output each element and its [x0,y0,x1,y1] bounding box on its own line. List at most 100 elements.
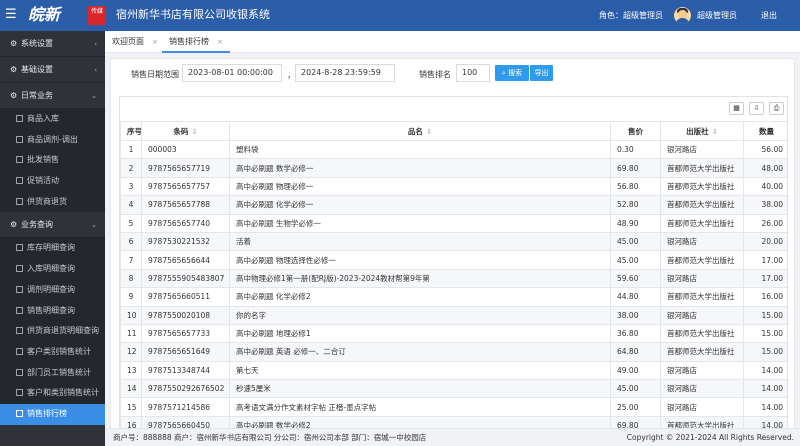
cell-price: 59.60 [610,268,661,289]
rank-label: 销售排名 [419,70,451,79]
export-button[interactable]: 导出 [530,65,553,81]
document-icon [16,244,23,252]
cell-quantity: 14.00 [743,360,787,381]
column-header-quantity[interactable]: 数量 [743,121,787,141]
cell-quantity: 15.00 [743,305,787,325]
table-row[interactable]: 10 9787550020108 你的名字 38.00 银河路店 15.00 [120,305,787,325]
sidebar-group-basic-settings[interactable]: ⚙ 基础设置 ‹ [0,57,105,83]
sidebar-item-label: 商品入库 [27,114,59,123]
sidebar-item-inbound-detail[interactable]: 入库明细查询 [0,259,105,280]
cell-publisher: 首都师范大学出版社 [660,323,744,344]
sidebar-item-promotion[interactable]: 促销活动 [0,171,105,192]
cell-product-name: 秒速5厘米 [229,379,611,399]
table-row[interactable]: 13 9787513348744 第七天 49.00 银河路店 14.00 [120,360,787,381]
cell-barcode: 9787565657757 [141,176,230,197]
sidebar-item-staff-sales[interactable]: 部门员工销售统计 [0,362,105,384]
sort-icon[interactable]: ⇕ [712,127,718,136]
cell-quantity: 26.00 [743,213,787,233]
cell-quantity: 14.00 [743,379,787,399]
column-header-price[interactable]: 售价 [610,121,661,141]
table-row[interactable]: 6 9787530221532 活着 45.00 银河路店 20.00 [120,231,787,252]
cell-price: 45.00 [610,379,661,399]
close-icon[interactable]: × [217,38,223,46]
column-header-index[interactable]: 序号 [120,121,142,141]
sidebar-item-label: 批发销售 [27,155,59,165]
cell-price: 45.00 [610,250,661,270]
table-row[interactable]: 9 9787565660511 高中必刷题 化学必修2 44.80 首都师范大学出版社 1… [120,287,787,307]
sidebar-item-goods-transfer-out[interactable]: 商品调剂-调出 [0,129,105,151]
table-row[interactable]: 1 000003 塑料袋 0.30 银河路店 56.00 [120,139,787,160]
sidebar-item-transfer-detail[interactable]: 调剂明细查询 [0,279,105,301]
sidebar-group-label: 日常业务 [21,91,53,100]
export-icon[interactable]: ⇩ [749,102,764,115]
sidebar-item-customer-category-sales[interactable]: 客户类别销售统计 [0,341,105,363]
table-row[interactable]: 7 9787565656644 高中必刷题 物理选择性必修一 45.00 首都师范大学出… [120,250,787,270]
sidebar-item-label: 供货商退货 [27,196,67,206]
sidebar-item-label: 部门员工销售统计 [27,367,91,377]
tab-label: 欢迎页面 [112,37,144,46]
sidebar-item-supplier-return-detail[interactable]: 供货商退货明细查询 [0,321,105,342]
tab-sales-ranking[interactable]: 销售排行榜 × [162,31,230,53]
sidebar-item-label: 库存明细查询 [27,243,75,253]
tab-bar: 欢迎页面 × 销售排行榜 × [105,31,800,53]
cell-product-name: 活着 [229,231,611,252]
column-header-product-name[interactable]: 品名 ⇕ [229,121,611,141]
avatar[interactable] [674,7,691,24]
cell-price: 64.80 [610,342,661,362]
cell-publisher: 银河路店 [660,360,744,381]
logo-text: 皖新 [28,5,61,24]
cell-product-name: 高中必刷题 生物学必修一 [229,213,611,233]
cell-barcode: 9787571214586 [141,397,230,417]
sidebar-item-wholesale[interactable]: 批发销售 [0,150,105,172]
cell-barcode: 9787565657733 [141,323,230,344]
hamburger-icon[interactable]: ☰ [5,8,17,22]
document-icon [16,265,23,273]
sidebar-group-daily-business[interactable]: ⚙ 日常业务 ⌄ [0,83,105,109]
cell-price: 36.80 [610,323,661,344]
table-row[interactable]: 5 9787565657740 高中必刷题 生物学必修一 48.90 首都师范大学出版社… [120,213,787,233]
table-header-row: 序号 条码 ⇕ 品名 ⇕ 售价 出版社 ⇕ 数量 [120,121,787,141]
sidebar-item-goods-inbound[interactable]: 商品入库 [0,109,105,130]
cell-quantity: 15.00 [743,323,787,344]
table-row[interactable]: 11 9787565657733 高中必刷题 地理必修1 36.80 首都师范大学出版社… [120,323,787,344]
tab-welcome[interactable]: 欢迎页面 × [105,31,165,53]
end-date-input[interactable]: 2024-8-28 23:59:59 [295,64,395,82]
sidebar-item-supplier-return[interactable]: 供货商退货 [0,191,105,213]
cell-quantity: 15.00 [743,342,787,362]
sidebar-group-system-settings[interactable]: ⚙ 系统设置 ‹ [0,31,105,57]
column-header-publisher[interactable]: 出版社 ⇕ [660,121,744,141]
start-date-input[interactable]: 2023-08-01 00:00:00 [182,64,282,82]
table-row[interactable]: 8 9787555905483807 高中物理必修1第一册(配RJ版)-2023-2… [120,268,787,289]
column-header-barcode[interactable]: 条码 ⇕ [141,121,230,141]
table-row[interactable]: 14 9787550292676502 秒速5厘米 45.00 银河路店 14.00 [120,379,787,399]
rank-input[interactable]: 100 [456,64,490,82]
sort-icon[interactable]: ⇕ [191,127,197,136]
columns-icon[interactable]: ▦ [729,102,744,115]
cell-barcode: 9787530221532 [141,231,230,252]
table-row[interactable]: 4 9787565657788 高中必刷题 化学必修一 52.80 首都师范大学出版社 3… [120,195,787,215]
sidebar-group-business-query[interactable]: ⚙ 业务查询 ⌄ [0,212,105,239]
close-icon[interactable]: × [152,38,158,46]
column-header-label: 序号 [127,126,142,136]
cell-index: 4 [120,195,142,215]
table-row[interactable]: 12 9787565651649 高中必刷题 英语 必修一、二合订 64.80 首都师范… [120,342,787,362]
table-row[interactable]: 2 9787565657719 高中必刷题 数学必修一 69.80 首都师范大学出版社 4… [120,158,787,178]
table-row[interactable]: 3 9787565657757 高中必刷题 物理必修一 56.80 首都师范大学出版社 4… [120,176,787,197]
sidebar-item-sales-ranking[interactable]: 销售排行榜 [0,403,105,425]
search-button[interactable]: ⌕ 搜索 [495,65,529,81]
sort-icon[interactable]: ⇕ [426,127,432,136]
cell-price: 49.00 [610,360,661,381]
cell-quantity: 48.00 [743,158,787,178]
sidebar-item-label: 调剂明细查询 [27,284,75,294]
ranking-table: 序号 条码 ⇕ 品名 ⇕ 售价 出版社 ⇕ 数量 1 000003 塑料袋 0.30 银河路店… [120,121,787,429]
cell-price: 44.80 [610,287,661,307]
cell-publisher: 银河路店 [660,379,744,399]
sidebar-item-customer-and-category-sales[interactable]: 客户和类别销售统计 [0,383,105,404]
search-button-label: 搜索 [508,69,523,77]
sidebar-item-stock-detail[interactable]: 库存明细查询 [0,238,105,260]
print-icon[interactable]: ⎙ [769,102,784,115]
table-row[interactable]: 15 9787571214586 高考语文满分作文素材字帖 正楷-墨点字帖 25.00… [120,397,787,417]
user-name[interactable]: 超级管理员 [697,10,737,21]
sidebar-item-sales-detail[interactable]: 销售明细查询 [0,300,105,322]
logout-link[interactable]: 退出 [761,10,777,21]
